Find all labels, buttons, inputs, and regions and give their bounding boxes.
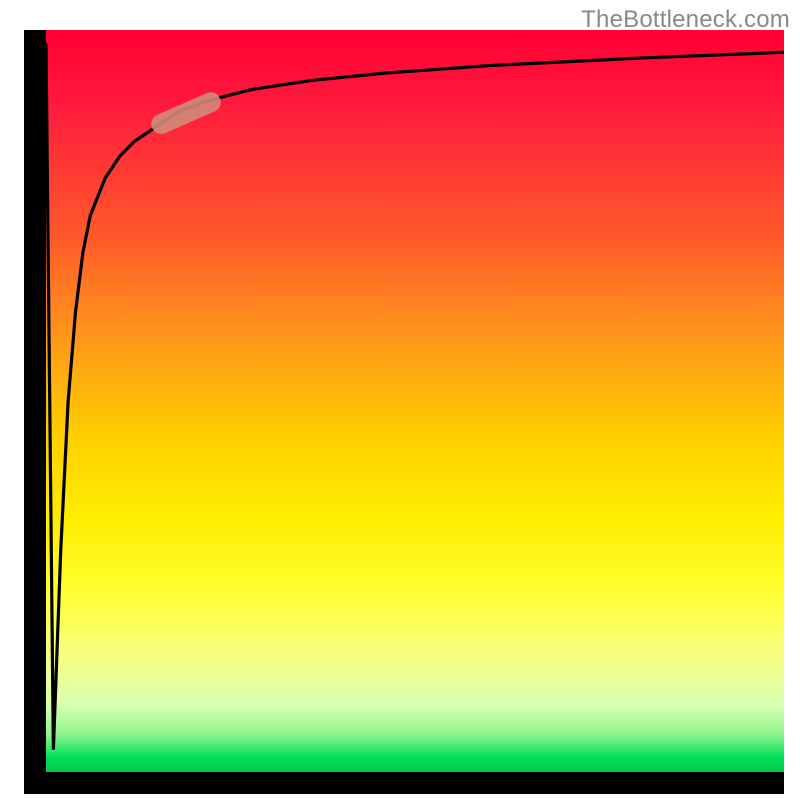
- bottleneck-curve: [46, 45, 784, 750]
- x-axis: [24, 772, 784, 794]
- y-axis: [24, 30, 46, 790]
- curve-svg: [46, 30, 784, 772]
- chart-container: TheBottleneck.com: [0, 0, 800, 800]
- watermark-text: TheBottleneck.com: [581, 6, 790, 34]
